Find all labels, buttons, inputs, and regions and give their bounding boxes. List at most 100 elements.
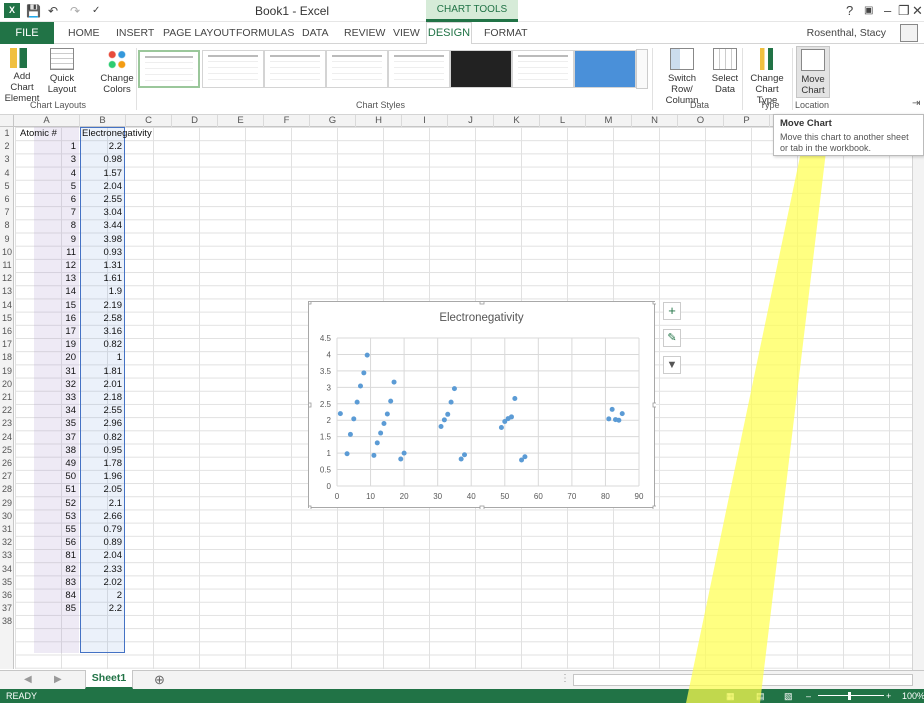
cell-b21[interactable]: 2.18 bbox=[80, 391, 124, 404]
cell-a31[interactable]: 55 bbox=[34, 523, 78, 536]
column-header-n[interactable]: N bbox=[632, 115, 678, 127]
cell-a12[interactable]: 13 bbox=[34, 272, 78, 285]
cell-b3[interactable]: 0.98 bbox=[80, 153, 124, 166]
column-header-k[interactable]: K bbox=[494, 115, 540, 127]
row-header-30[interactable]: 30 bbox=[0, 510, 14, 523]
add-chart-element-button[interactable]: Add Chart Element bbox=[2, 48, 42, 104]
user-name[interactable]: Rosenthal, Stacy bbox=[807, 27, 886, 39]
sheet-tab[interactable]: Sheet1 bbox=[85, 670, 133, 689]
prev-sheet-icon[interactable]: ◀ bbox=[24, 674, 32, 685]
move-chart-button[interactable]: Move Chart bbox=[796, 46, 830, 98]
cell-b18[interactable]: 1 bbox=[80, 351, 124, 364]
chart-filters-button[interactable]: ▼ bbox=[663, 356, 681, 374]
chart-style-1[interactable] bbox=[138, 50, 200, 88]
cell-b35[interactable]: 2.02 bbox=[80, 576, 124, 589]
cell-b19[interactable]: 1.81 bbox=[80, 365, 124, 378]
zoom-level[interactable]: 100% bbox=[902, 689, 924, 703]
row-header-3[interactable]: 3 bbox=[0, 153, 14, 166]
chart-style-8[interactable] bbox=[574, 50, 636, 88]
tab-view[interactable]: VIEW bbox=[393, 27, 420, 39]
cell-b5[interactable]: 2.04 bbox=[80, 180, 124, 193]
chart-style-5[interactable] bbox=[388, 50, 450, 88]
column-header-b[interactable]: B bbox=[80, 115, 126, 127]
change-chart-type-button[interactable]: Change Chart Type bbox=[744, 48, 790, 106]
save-icon[interactable]: 💾 bbox=[26, 3, 41, 19]
row-header-10[interactable]: 10 bbox=[0, 246, 14, 259]
cell-a2[interactable]: 1 bbox=[34, 140, 78, 153]
select-all-corner[interactable] bbox=[0, 115, 14, 127]
cell-b25[interactable]: 0.95 bbox=[80, 444, 124, 457]
tab-data[interactable]: DATA bbox=[302, 27, 328, 39]
chart-style-6[interactable] bbox=[450, 50, 512, 88]
cell-a7[interactable]: 7 bbox=[34, 206, 78, 219]
column-header-e[interactable]: E bbox=[218, 115, 264, 127]
tab-home[interactable]: HOME bbox=[68, 27, 100, 39]
row-header-6[interactable]: 6 bbox=[0, 193, 14, 206]
cell-a21[interactable]: 33 bbox=[34, 391, 78, 404]
chart-style-4[interactable] bbox=[326, 50, 388, 88]
cell-a6[interactable]: 6 bbox=[34, 193, 78, 206]
cell-b4[interactable]: 1.57 bbox=[80, 167, 124, 180]
cell-b16[interactable]: 3.16 bbox=[80, 325, 124, 338]
row-header-16[interactable]: 16 bbox=[0, 325, 14, 338]
scatter-chart[interactable]: Electronegativity 0 0.5 1 1.5 2 2.5 3 3.5 4 4.5 0 1… bbox=[308, 301, 656, 509]
chart-styles-button[interactable]: ✎ bbox=[663, 329, 681, 347]
avatar[interactable] bbox=[900, 24, 918, 42]
column-header-h[interactable]: H bbox=[356, 115, 402, 127]
cell-a10[interactable]: 11 bbox=[34, 246, 78, 259]
row-header-21[interactable]: 21 bbox=[0, 391, 14, 404]
minimize-icon[interactable]: – bbox=[884, 3, 891, 18]
row-header-34[interactable]: 34 bbox=[0, 563, 14, 576]
row-header-28[interactable]: 28 bbox=[0, 483, 14, 496]
change-colors-button[interactable]: Change Colors bbox=[100, 48, 134, 95]
cell-b36[interactable]: 2 bbox=[80, 589, 124, 602]
column-header-g[interactable]: G bbox=[310, 115, 356, 127]
cell-b7[interactable]: 3.04 bbox=[80, 206, 124, 219]
collapse-ribbon-icon[interactable]: ⇥ bbox=[912, 98, 920, 109]
chart-style-3[interactable] bbox=[264, 50, 326, 88]
zoom-slider-thumb[interactable] bbox=[848, 692, 851, 700]
row-header-5[interactable]: 5 bbox=[0, 180, 14, 193]
tab-format[interactable]: FORMAT bbox=[484, 27, 528, 39]
normal-view-icon[interactable]: ▦ bbox=[726, 689, 735, 703]
column-header-d[interactable]: D bbox=[172, 115, 218, 127]
row-header-36[interactable]: 36 bbox=[0, 589, 14, 602]
cell-b6[interactable]: 2.55 bbox=[80, 193, 124, 206]
column-header-i[interactable]: I bbox=[402, 115, 448, 127]
row-header-24[interactable]: 24 bbox=[0, 431, 14, 444]
row-header-14[interactable]: 14 bbox=[0, 299, 14, 312]
restore-icon[interactable]: ❐ bbox=[898, 3, 910, 19]
row-header-32[interactable]: 32 bbox=[0, 536, 14, 549]
undo-icon[interactable]: ↶ bbox=[48, 3, 58, 19]
cell-a25[interactable]: 38 bbox=[34, 444, 78, 457]
horizontal-scrollbar[interactable] bbox=[573, 674, 913, 686]
help-icon[interactable]: ? bbox=[846, 3, 853, 18]
column-header-m[interactable]: M bbox=[586, 115, 632, 127]
cell-b11[interactable]: 1.31 bbox=[80, 259, 124, 272]
tab-review[interactable]: REVIEW bbox=[344, 27, 385, 39]
row-header-25[interactable]: 25 bbox=[0, 444, 14, 457]
cell-a19[interactable]: 31 bbox=[34, 365, 78, 378]
row-header-12[interactable]: 12 bbox=[0, 272, 14, 285]
cell-b27[interactable]: 1.96 bbox=[80, 470, 124, 483]
cell-a4[interactable]: 4 bbox=[34, 167, 78, 180]
row-header-38[interactable]: 38 bbox=[0, 615, 14, 628]
next-sheet-icon[interactable]: ▶ bbox=[54, 674, 62, 685]
cell-a29[interactable]: 52 bbox=[34, 497, 78, 510]
page-layout-view-icon[interactable]: ▤ bbox=[756, 689, 765, 703]
row-header-15[interactable]: 15 bbox=[0, 312, 14, 325]
select-data-button[interactable]: Select Data bbox=[710, 48, 740, 95]
zoom-slider[interactable] bbox=[818, 695, 884, 696]
row-header-23[interactable]: 23 bbox=[0, 417, 14, 430]
row-header-2[interactable]: 2 bbox=[0, 140, 14, 153]
column-header-p[interactable]: P bbox=[724, 115, 770, 127]
row-header-4[interactable]: 4 bbox=[0, 167, 14, 180]
spelling-icon[interactable]: ✓ bbox=[92, 3, 100, 19]
row-header-37[interactable]: 37 bbox=[0, 602, 14, 615]
cell-a34[interactable]: 82 bbox=[34, 563, 78, 576]
cell-b9[interactable]: 3.98 bbox=[80, 233, 124, 246]
column-header-c[interactable]: C bbox=[126, 115, 172, 127]
gallery-more-button[interactable] bbox=[636, 49, 648, 89]
row-header-1[interactable]: 1 bbox=[0, 127, 14, 140]
cell-b17[interactable]: 0.82 bbox=[80, 338, 124, 351]
